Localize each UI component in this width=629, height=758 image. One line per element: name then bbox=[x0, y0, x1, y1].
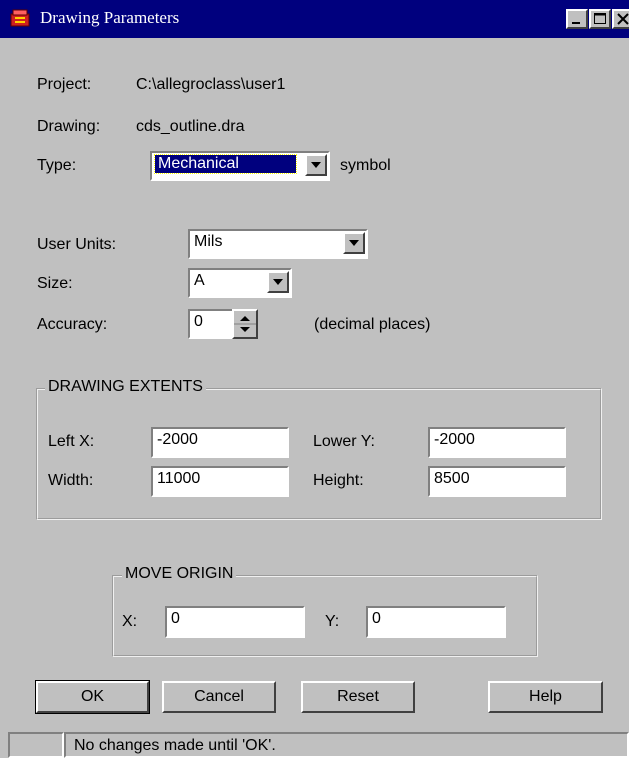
size-dropdown-button[interactable] bbox=[267, 271, 289, 293]
origin-y-input[interactable]: 0 bbox=[366, 606, 506, 638]
project-label: Project: bbox=[37, 76, 92, 93]
window-title: Drawing Parameters bbox=[40, 8, 180, 27]
ok-button[interactable]: OK bbox=[35, 680, 150, 714]
drawing-label: Drawing: bbox=[37, 118, 101, 135]
maximize-button[interactable] bbox=[589, 9, 611, 29]
origin-y-label: Y: bbox=[325, 613, 340, 630]
status-indicator bbox=[8, 732, 64, 758]
size-dropdown[interactable]: A bbox=[188, 268, 292, 298]
width-input[interactable]: 11000 bbox=[151, 466, 289, 497]
chevron-down-icon bbox=[311, 162, 321, 168]
accuracy-label: Accuracy: bbox=[37, 316, 108, 333]
size-label: Size: bbox=[37, 275, 73, 292]
left-x-label: Left X: bbox=[48, 433, 95, 450]
height-label: Height: bbox=[313, 472, 364, 489]
accuracy-spinner[interactable] bbox=[232, 309, 258, 339]
user-units-dropdown-button[interactable] bbox=[343, 232, 365, 254]
user-units-dropdown[interactable]: Mils bbox=[188, 229, 368, 259]
origin-x-label: X: bbox=[122, 613, 138, 630]
left-x-input[interactable]: -2000 bbox=[151, 427, 289, 458]
maximize-icon bbox=[594, 13, 606, 24]
drawing-extents-title: DRAWING EXTENTS bbox=[45, 378, 206, 396]
close-icon bbox=[617, 13, 629, 25]
move-origin-title: MOVE ORIGIN bbox=[122, 565, 237, 583]
type-suffix: symbol bbox=[340, 157, 391, 174]
user-units-label: User Units: bbox=[37, 236, 117, 253]
close-button[interactable] bbox=[612, 9, 629, 29]
spin-arrows-icon bbox=[234, 316, 256, 332]
height-input[interactable]: 8500 bbox=[428, 466, 566, 497]
type-selected-value: Mechanical bbox=[154, 154, 297, 174]
accuracy-input[interactable]: 0 bbox=[188, 309, 234, 339]
minimize-icon bbox=[572, 22, 580, 24]
width-label: Width: bbox=[48, 472, 94, 489]
reset-button[interactable]: Reset bbox=[301, 681, 415, 713]
type-label: Type: bbox=[37, 157, 77, 174]
minimize-button[interactable] bbox=[566, 9, 588, 29]
status-bar: No changes made until 'OK'. bbox=[0, 730, 629, 758]
drawing-parameters-dialog: Drawing Parameters Project: C:\allegrocl… bbox=[0, 0, 629, 758]
title-bar[interactable]: Drawing Parameters bbox=[0, 0, 629, 38]
size-value: A bbox=[194, 272, 205, 289]
lower-y-input[interactable]: -2000 bbox=[428, 427, 566, 458]
chevron-down-icon bbox=[273, 279, 283, 285]
type-dropdown[interactable]: Mechanical bbox=[150, 151, 330, 181]
accuracy-suffix: (decimal places) bbox=[314, 316, 431, 333]
origin-x-input[interactable]: 0 bbox=[165, 606, 305, 638]
lower-y-label: Lower Y: bbox=[313, 433, 375, 450]
project-value: C:\allegroclass\user1 bbox=[136, 76, 286, 93]
app-icon[interactable] bbox=[10, 8, 32, 33]
user-units-value: Mils bbox=[194, 233, 223, 250]
status-message: No changes made until 'OK'. bbox=[64, 732, 629, 758]
help-button[interactable]: Help bbox=[488, 681, 603, 713]
cancel-button[interactable]: Cancel bbox=[162, 681, 276, 713]
drawing-value: cds_outline.dra bbox=[136, 118, 245, 135]
type-dropdown-button[interactable] bbox=[305, 154, 327, 176]
chevron-down-icon bbox=[349, 240, 359, 246]
